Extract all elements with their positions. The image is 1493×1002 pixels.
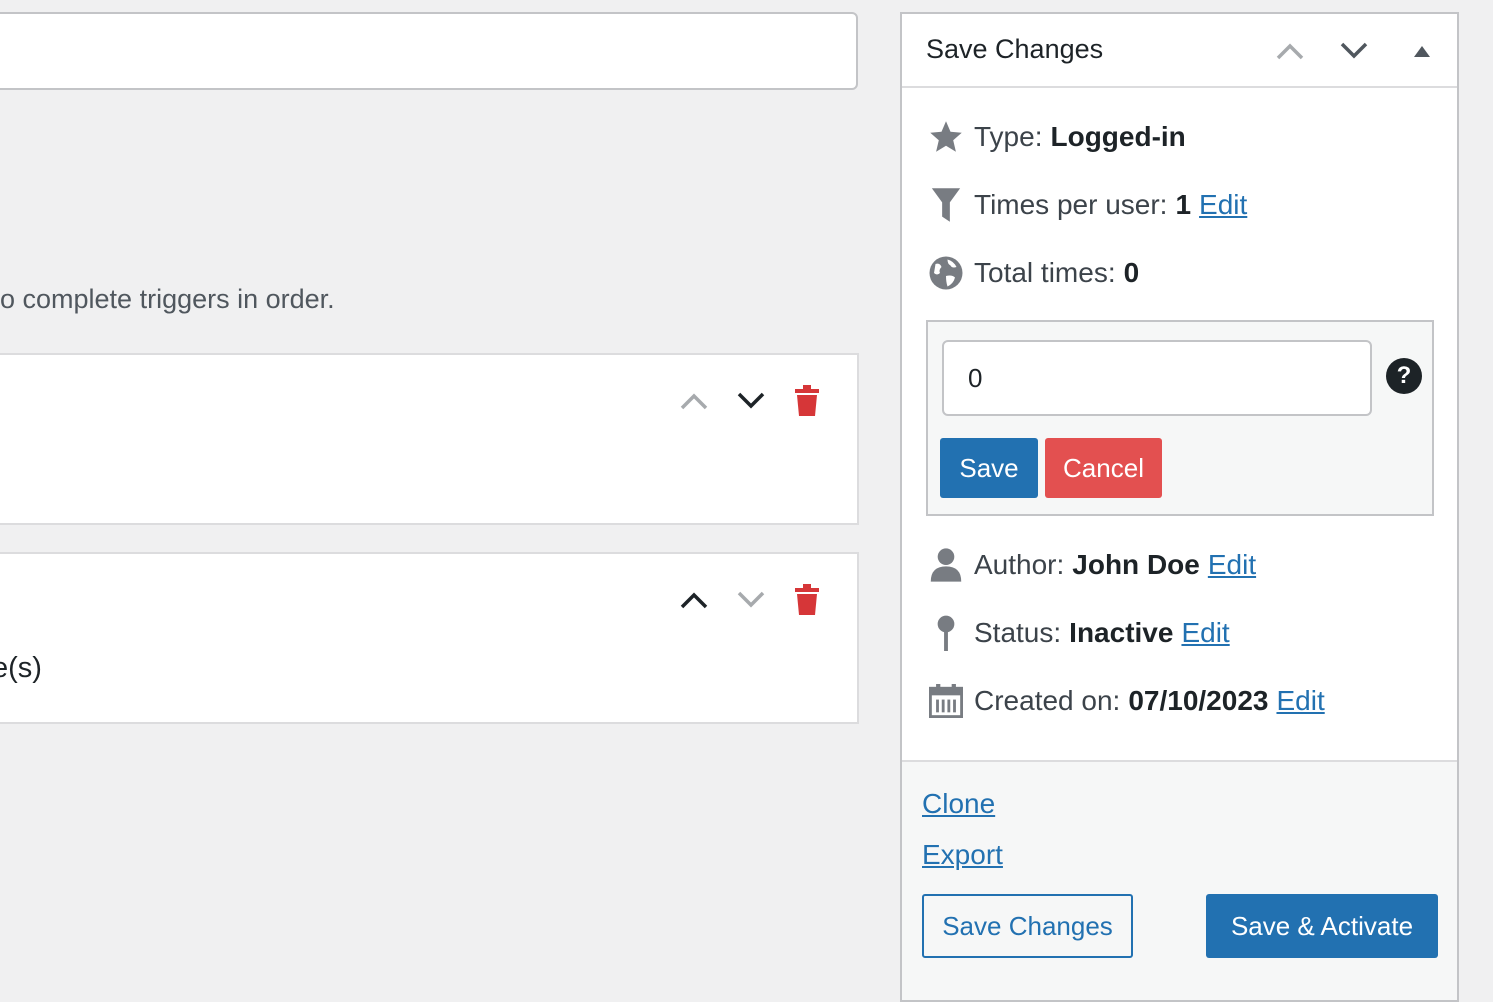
- panel-header: Save Changes: [902, 14, 1457, 88]
- status-row: Status: Inactive Edit: [926, 613, 1230, 653]
- status-edit-link[interactable]: Edit: [1181, 617, 1229, 649]
- pin-icon: [937, 615, 955, 651]
- trigger-item: [0, 353, 859, 525]
- user-icon: [930, 548, 962, 582]
- star-icon: [930, 121, 962, 152]
- move-up-button[interactable]: [674, 381, 714, 421]
- delete-button[interactable]: [787, 381, 827, 421]
- total-times-row: Total times: 0: [926, 253, 1139, 293]
- export-link[interactable]: Export: [922, 839, 1003, 871]
- funnel-icon: [931, 188, 961, 222]
- trash-icon: [795, 385, 819, 416]
- author-label: Author:: [974, 549, 1065, 580]
- save-activate-button[interactable]: Save & Activate: [1206, 894, 1438, 958]
- times-per-user-row: Times per user: 1 Edit: [926, 185, 1247, 225]
- times-per-user-value: 1: [1175, 189, 1192, 220]
- trigger-item: e(s): [0, 552, 859, 724]
- total-times-label: Total times:: [974, 257, 1116, 288]
- panel-toggle-button[interactable]: [1402, 31, 1442, 71]
- author-value: John Doe: [1072, 549, 1200, 580]
- panel-title: Save Changes: [926, 34, 1104, 64]
- times-per-user-label: Times per user:: [974, 189, 1168, 220]
- created-row: Created on: 07/10/2023 Edit: [926, 681, 1325, 721]
- created-edit-link[interactable]: Edit: [1276, 685, 1324, 717]
- title-input[interactable]: [0, 12, 858, 90]
- save-changes-button[interactable]: Save Changes: [922, 894, 1133, 958]
- chevron-up-icon: [680, 592, 708, 609]
- chevron-up-icon: [1276, 43, 1304, 60]
- move-down-button[interactable]: [731, 381, 771, 421]
- globe-icon: [929, 256, 963, 290]
- calendar-icon: [929, 684, 963, 718]
- trigger-summary: e(s): [0, 652, 42, 684]
- type-row: Type: Logged-in: [926, 117, 1186, 157]
- chevron-down-icon: [1340, 42, 1368, 59]
- chevron-up-icon: [680, 393, 708, 410]
- status-label: Status:: [974, 617, 1062, 648]
- total-times-edit-box: ? Save Cancel: [926, 320, 1434, 516]
- status-value: Inactive: [1069, 617, 1174, 648]
- total-times-value: 0: [1123, 257, 1140, 288]
- save-button[interactable]: Save: [940, 438, 1038, 498]
- panel-move-up-button[interactable]: [1270, 31, 1310, 71]
- chevron-down-icon: [737, 392, 765, 409]
- panel-move-down-button[interactable]: [1334, 31, 1374, 71]
- move-down-button[interactable]: [731, 580, 771, 620]
- publish-panel: Save Changes Type: Logged-in Times per u…: [900, 12, 1459, 1002]
- type-label: Type:: [974, 121, 1043, 152]
- times-per-user-edit-link[interactable]: Edit: [1199, 189, 1247, 221]
- panel-footer: Clone Export Save Changes Save & Activat…: [902, 760, 1457, 1000]
- cancel-button[interactable]: Cancel: [1045, 438, 1162, 498]
- clone-link[interactable]: Clone: [922, 788, 995, 820]
- help-icon[interactable]: ?: [1386, 358, 1422, 394]
- created-value: 07/10/2023: [1128, 685, 1269, 716]
- author-row: Author: John Doe Edit: [926, 545, 1256, 585]
- delete-button[interactable]: [787, 580, 827, 620]
- type-value: Logged-in: [1050, 121, 1186, 152]
- author-edit-link[interactable]: Edit: [1208, 549, 1256, 581]
- total-times-input[interactable]: [942, 340, 1372, 416]
- caret-up-icon: [1414, 46, 1430, 57]
- trash-icon: [795, 584, 819, 615]
- chevron-down-icon: [737, 591, 765, 608]
- sequence-hint: o complete triggers in order.: [0, 284, 335, 314]
- created-label: Created on:: [974, 685, 1121, 716]
- move-up-button[interactable]: [674, 580, 714, 620]
